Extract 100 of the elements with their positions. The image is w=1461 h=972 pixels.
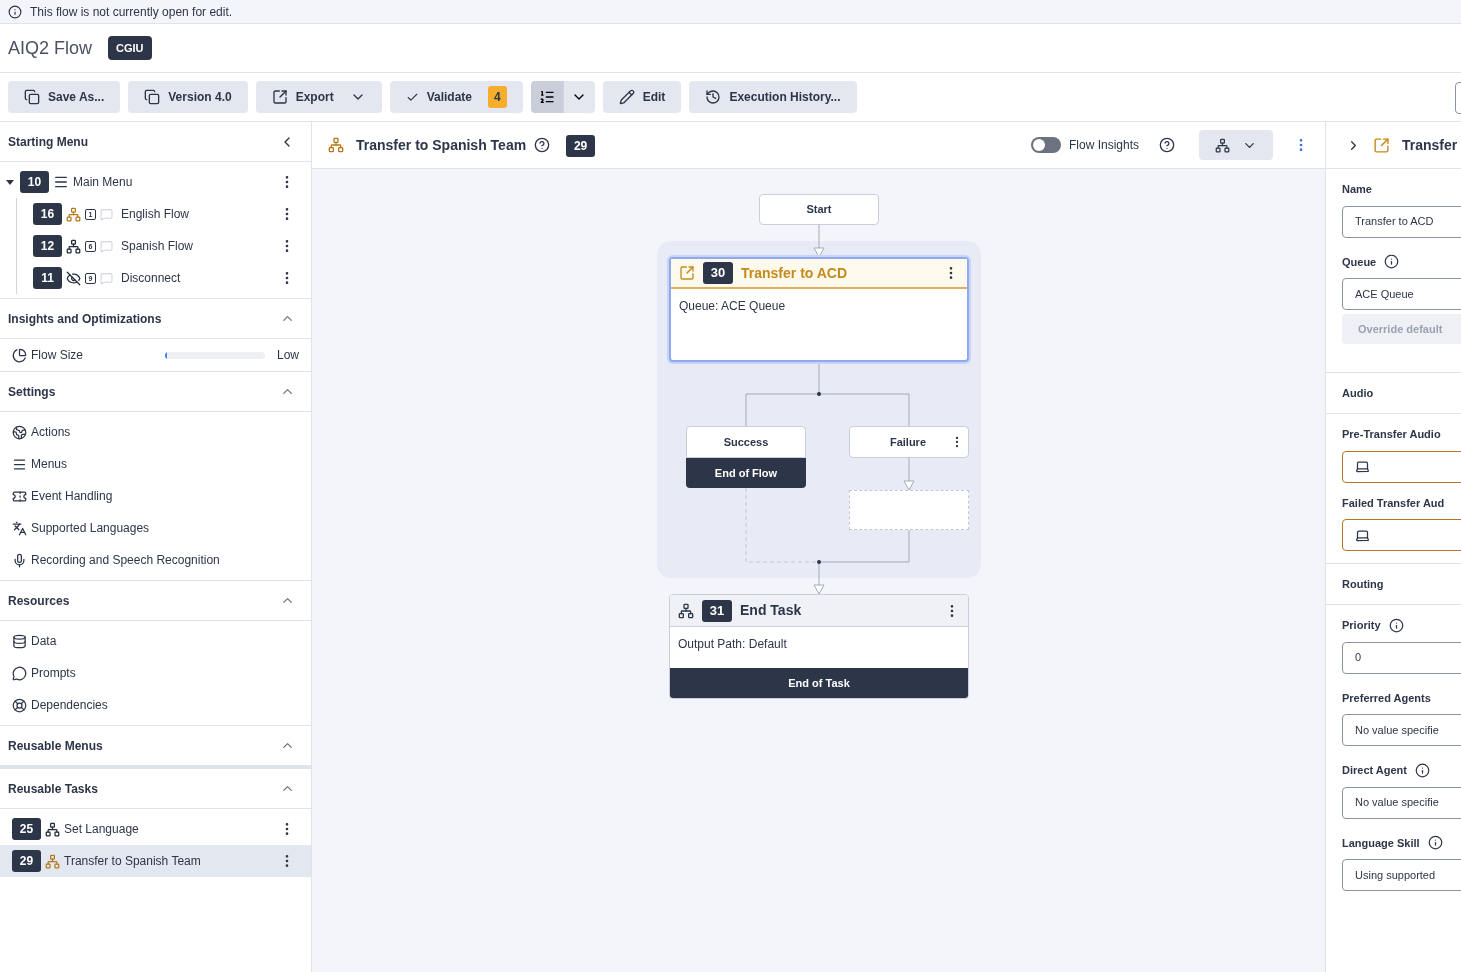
field-label: Pre-Transfer Audio	[1342, 427, 1442, 442]
section-title: Routing	[1342, 576, 1384, 592]
nav-item[interactable]: Dependencies	[0, 689, 311, 721]
app-title: AIQ2 Flow	[8, 36, 93, 60]
outcome-node[interactable]: Success	[686, 426, 806, 458]
numbered-list-icon	[538, 89, 555, 105]
hierarchy-icon	[45, 821, 60, 837]
lifebuoy-icon	[12, 697, 27, 713]
input-field[interactable]: 0	[1342, 641, 1461, 674]
number-badge: 30	[703, 262, 733, 284]
node-title: End Task	[740, 601, 803, 620]
nav-item[interactable]: Menus	[0, 448, 311, 480]
hierarchy-icon	[1215, 137, 1230, 153]
chat-icon	[12, 665, 27, 681]
section-title: Reusable Tasks	[8, 780, 98, 798]
toolbar-button[interactable]: Export	[255, 81, 382, 113]
tree-label: Spanish Flow	[121, 238, 195, 255]
copy-icon	[24, 89, 40, 105]
languages-icon	[12, 520, 27, 536]
layout-dropdown[interactable]	[1199, 130, 1273, 160]
node-detail: Output Path: Default	[677, 636, 788, 653]
task-label: Set Language	[64, 821, 140, 838]
input-field[interactable]: Using supported	[1342, 859, 1461, 891]
info-icon	[8, 4, 22, 19]
toolbar-button[interactable]: Validate 4	[389, 81, 523, 113]
section-title: Audio	[1342, 385, 1374, 401]
notice-text: This flow is not currently open for edit.	[30, 3, 233, 21]
number-badge: 16	[33, 203, 62, 225]
metric-reading: Low	[277, 347, 299, 364]
external-link-icon	[1373, 136, 1390, 154]
nav-item[interactable]: Data	[0, 625, 311, 657]
panel-title: Transfer	[1402, 135, 1458, 155]
menu-icon	[53, 174, 69, 190]
pie-chart-icon	[12, 347, 27, 363]
task-item[interactable]: 25 Set Language	[0, 813, 311, 845]
number-badge: 12	[33, 235, 62, 257]
node-detail: Queue: ACE Queue	[678, 298, 787, 315]
nav-item[interactable]: Prompts	[0, 657, 311, 689]
hierarchy-icon	[328, 137, 344, 153]
ticket-icon	[12, 488, 27, 504]
hierarchy-icon	[678, 602, 694, 619]
input-field[interactable]: No value specifie	[1342, 714, 1461, 746]
history-icon	[705, 89, 722, 105]
toolbar-button[interactable]: Save As...	[8, 81, 121, 113]
field-label: Name	[1342, 182, 1372, 197]
input-field[interactable]: ACE Queue	[1342, 278, 1461, 310]
laptop-icon	[1355, 459, 1370, 474]
section-title: Starting Menu	[8, 133, 88, 151]
input-field[interactable]: No value specifie	[1342, 786, 1461, 819]
database-icon	[12, 633, 27, 649]
nav-item[interactable]: Event Handling	[0, 480, 311, 512]
tag-badge: CGIU	[108, 35, 152, 61]
number-badge: 29	[12, 850, 41, 872]
field-label: Direct Agent	[1342, 763, 1407, 778]
toolbar-button[interactable]: Version 4.0	[128, 81, 248, 113]
field-label: Language Skill	[1342, 835, 1420, 851]
hidden-icon	[66, 270, 81, 286]
tree-item[interactable]: 10 Main Menu	[0, 166, 311, 198]
section-title: Insights and Optimizations	[8, 310, 162, 328]
end-of-flow-bar: End of Flow	[686, 458, 806, 488]
count-badge: 4	[488, 86, 507, 108]
help-icon[interactable]	[1159, 137, 1175, 153]
number-badge: 29	[566, 135, 596, 157]
metric-label: Flow Size	[31, 347, 84, 364]
nav-item[interactable]: Actions	[0, 416, 311, 448]
end-task-node[interactable]: 31 End Task Output Path: Default End of Task	[669, 594, 969, 699]
nav-item[interactable]: Supported Languages	[0, 512, 311, 544]
start-node[interactable]: Start	[759, 194, 879, 225]
outcome-node[interactable]: Failure	[849, 426, 969, 458]
menu-icon	[12, 456, 27, 472]
task-item[interactable]: 29 Transfer to Spanish Team	[0, 845, 311, 877]
tree-label: Main Menu	[73, 174, 134, 191]
section-title: Settings	[8, 383, 56, 401]
section-title: Resources	[8, 592, 70, 610]
tree-label: Disconnect	[121, 270, 182, 287]
help-icon[interactable]	[534, 137, 551, 153]
number-badge: 31	[702, 599, 732, 622]
comment-icon	[100, 271, 113, 285]
external-link-icon	[679, 265, 695, 281]
connector-line	[813, 224, 825, 258]
comment-icon	[100, 239, 113, 253]
task-label: Transfer to Spanish Team	[64, 853, 202, 870]
comment-icon	[100, 207, 113, 221]
transfer-node[interactable]: 30 Transfer to ACD Queue: ACE Queue	[669, 257, 969, 362]
copy-icon	[144, 89, 161, 105]
audio-field[interactable]	[1342, 519, 1461, 551]
flow-insights-toggle[interactable]	[1030, 137, 1061, 153]
number-badge: 11	[33, 267, 62, 289]
field-label: Preferred Agents	[1342, 690, 1431, 706]
nav-item[interactable]: Recording and Speech Recognition	[0, 544, 311, 576]
section-title: Reusable Menus	[8, 737, 103, 755]
flow-title: Transfer to Spanish Team	[356, 135, 527, 155]
end-of-task-bar: End of Task	[670, 668, 968, 698]
toolbar-button[interactable]: Execution History...	[689, 81, 857, 113]
list-view-button[interactable]	[530, 81, 563, 113]
tree-label: English Flow	[121, 206, 191, 223]
toolbar-button[interactable]: Edit	[602, 81, 682, 113]
input-field[interactable]: Transfer to ACD	[1342, 205, 1461, 238]
audio-field[interactable]	[1342, 450, 1461, 483]
field-label: Failed Transfer Aud	[1342, 495, 1445, 511]
